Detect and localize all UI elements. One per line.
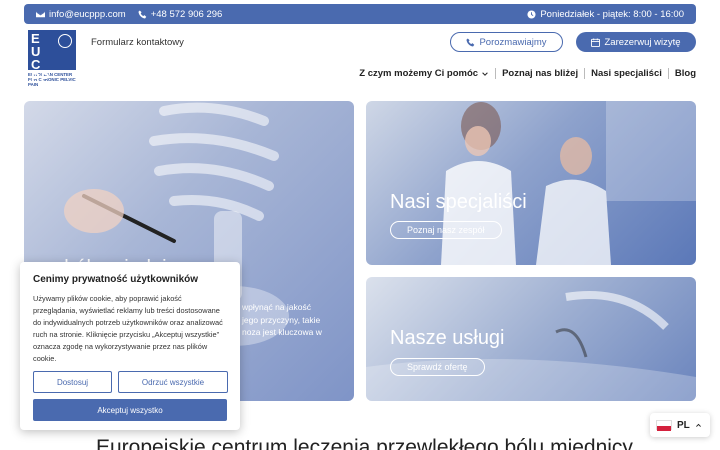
topbar-email[interactable]: info@eucppp.com [36, 9, 126, 20]
language-switcher[interactable]: PL [650, 413, 710, 437]
specialists-card[interactable]: Nasi specjaliści Poznaj nasz zespół [366, 101, 696, 265]
services-title: Nasze usługi [390, 327, 505, 349]
language-code: PL [677, 419, 690, 431]
chevron-down-icon [482, 71, 488, 76]
topbar-phone-text: +48 572 906 296 [150, 8, 223, 20]
talk-button[interactable]: Porozmawiajmy [450, 32, 563, 52]
top-info-bar: info@eucppp.com +48 572 906 296 Poniedzi… [24, 4, 696, 24]
specialists-button[interactable]: Poznaj nasz zespół [390, 221, 502, 239]
nav-item-specialists-label: Nasi specjaliści [591, 68, 662, 79]
services-button[interactable]: Sprawdź ofertę [390, 358, 485, 376]
section-heading: Europejskie centrum leczenia przewlekłeg… [96, 436, 633, 450]
topbar-email-text: info@eucppp.com [49, 8, 126, 20]
site-logo[interactable]: EUCPP EUROPEAN CENTER FOR CHRONIC PELVIC… [28, 30, 76, 87]
logo-mark: EUCPP [28, 30, 76, 84]
envelope-icon [36, 11, 45, 17]
hero-main-text-line: noza jest kluczowa w [242, 327, 322, 337]
nav-item-blog[interactable]: Blog [667, 68, 696, 79]
services-card[interactable]: Nasze usługi Sprawdź ofertę [366, 277, 696, 401]
book-visit-button-label: Zarezerwuj wizytę [604, 36, 681, 48]
contact-form-link[interactable]: Formularz kontaktowy [91, 37, 184, 48]
phone-icon [466, 37, 475, 47]
topbar-phone[interactable]: +48 572 906 296 [138, 8, 223, 20]
poland-flag-icon [656, 420, 672, 431]
nav-item-help[interactable]: Z czym możemy Ci pomóc [353, 68, 495, 79]
doctors-photo [441, 101, 696, 265]
logo-globe-icon [58, 34, 72, 48]
clock-icon [527, 9, 536, 19]
cookie-reject-button[interactable]: Odrzuć wszystkie [118, 371, 228, 393]
talk-button-label: Porozmawiajmy [479, 36, 547, 48]
cookie-text: Używamy plików cookie, aby poprawić jako… [33, 294, 223, 363]
calendar-icon [591, 37, 601, 47]
topbar-hours: Poniedziałek - piątek: 8:00 - 16:00 [527, 9, 684, 20]
cookie-consent-banner: Cenimy prywatność użytkowników Używamy p… [20, 262, 240, 430]
nav-item-specialists[interactable]: Nasi specjaliści [584, 68, 668, 79]
topbar-hours-text: Poniedziałek - piątek: 8:00 - 16:00 [540, 8, 684, 20]
nav-item-blog-label: Blog [674, 68, 696, 79]
nav-item-about[interactable]: Poznaj nas bliżej [495, 68, 584, 79]
main-nav: Z czym możemy Ci pomóc Poznaj nas bliżej… [353, 68, 696, 79]
nav-item-help-label: Z czym możemy Ci pomóc [359, 68, 479, 79]
cookie-customize-button[interactable]: Dostosuj [33, 371, 112, 393]
cookie-button-row: Dostosuj Odrzuć wszystkie [33, 371, 228, 393]
cookie-title: Cenimy prywatność użytkowników [33, 274, 199, 285]
chevron-up-icon [695, 423, 701, 427]
book-visit-button[interactable]: Zarezerwuj wizytę [576, 32, 696, 52]
specialists-title: Nasi specjaliści [390, 191, 527, 213]
cookie-accept-button[interactable]: Akceptuj wszystko [33, 399, 227, 421]
hero-main-text-line: jego przyczyny, takie [242, 314, 321, 325]
hero-main-text: wpłynąć na jakość jego przyczyny, takie … [242, 301, 352, 339]
logo-letters: EUCPP [31, 31, 51, 85]
hero-main-text-line: wpłynąć na jakość [242, 302, 311, 312]
phone-icon [138, 9, 146, 19]
nav-item-about-label: Poznaj nas bliżej [502, 68, 579, 79]
